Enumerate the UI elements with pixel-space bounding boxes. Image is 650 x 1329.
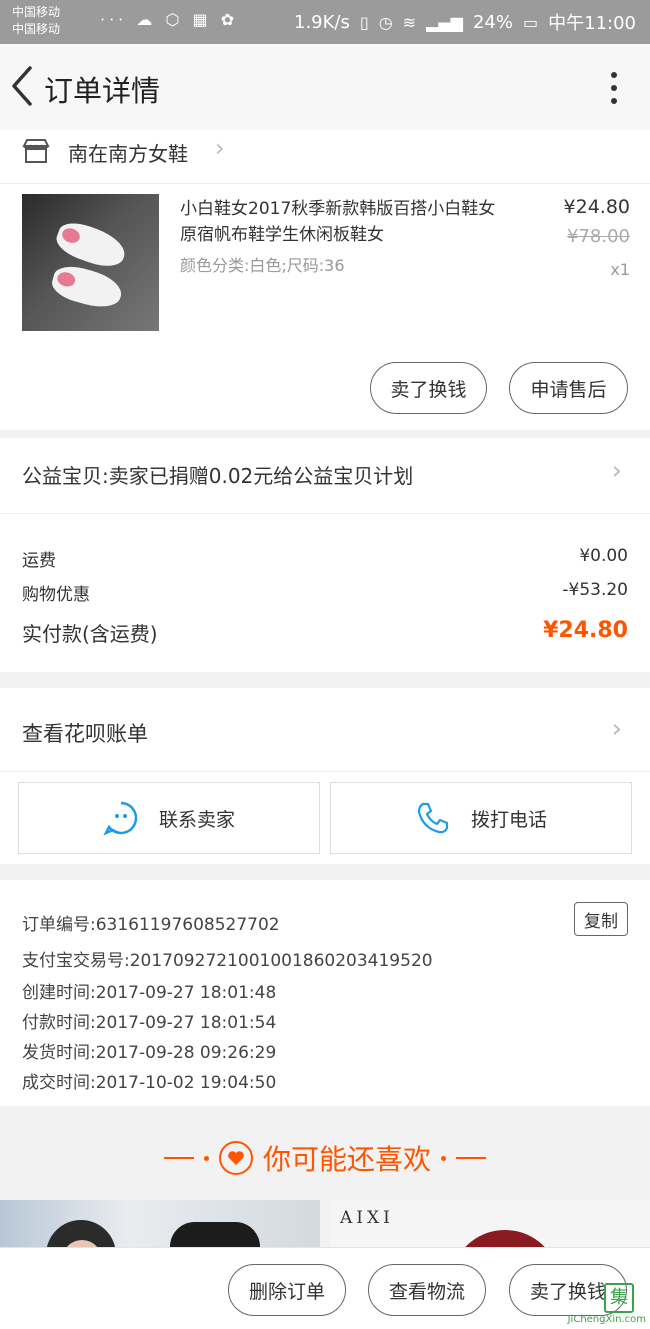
shop-row[interactable]: 南在南方女鞋 › <box>0 130 650 184</box>
paid-label: 实付款(含运费) <box>22 622 158 646</box>
resell-button[interactable]: 卖了换钱 <box>370 362 487 414</box>
carrier-2: 中国移动 <box>12 22 61 36</box>
brand-logo: AIXI <box>340 1208 394 1228</box>
back-icon[interactable] <box>6 64 42 108</box>
phone-icon <box>417 802 449 834</box>
cost-summary: 运费 ¥0.00 购物优惠 -¥53.20 实付款(含运费) ¥24.80 <box>0 514 650 672</box>
completed-time: 成交时间:2017-10-02 19:04:50 <box>22 1073 277 1093</box>
product-image[interactable] <box>22 194 159 331</box>
shoe-left <box>52 217 130 273</box>
charity-text: 公益宝贝:卖家已捐赠0.02元给公益宝贝计划 <box>22 464 414 488</box>
discount-label: 购物优惠 <box>22 585 90 605</box>
notification-icons: ··· ☁ ⬡ ▦ ✿ <box>100 10 238 29</box>
discount-value: -¥53.20 <box>562 580 628 600</box>
alarm-icon: ◷ <box>378 12 393 32</box>
signal-icon: ▂▄▆ <box>426 12 463 32</box>
alipay-trade-number: 支付宝交易号:2017092721001001860203419520 <box>22 951 433 971</box>
contact-seller-button[interactable]: 联系卖家 <box>18 782 320 854</box>
carrier-info: 中国移动 中国移动 <box>12 4 60 38</box>
status-bar: 中国移动 中国移动 ··· ☁ ⬡ ▦ ✿ 1.9K/s ▯ ◷ ≋ ▂▄▆ 2… <box>0 0 650 44</box>
copy-button[interactable]: 复制 <box>574 902 628 936</box>
battery-percent: 24% <box>472 11 513 33</box>
product-title[interactable]: 小白鞋女2017秋季新款韩版百搭小白鞋女原宿帆布鞋学生休闲板鞋女 <box>180 196 510 248</box>
call-phone-label: 拨打电话 <box>470 808 547 831</box>
price-now: ¥24.80 <box>563 196 630 218</box>
shipping-label: 运费 <box>22 551 56 571</box>
chevron-right-icon: › <box>215 134 225 162</box>
clock: 中午11:00 <box>548 13 636 34</box>
aftersale-button[interactable]: 申请售后 <box>509 362 628 414</box>
battery-icon: ▭ <box>523 12 539 32</box>
net-speed: 1.9K/s <box>294 11 350 33</box>
store-icon <box>22 138 50 164</box>
divider-left <box>163 1157 194 1159</box>
contact-section: 联系卖家 拨打电话 <box>0 772 650 864</box>
contact-seller-label: 联系卖家 <box>158 808 235 831</box>
order-number: 订单编号:63161197608527702 <box>22 915 280 935</box>
view-logistics-button[interactable]: 查看物流 <box>368 1264 486 1316</box>
carrier-1: 中国移动 <box>12 5 61 19</box>
watermark-text: JiChengXin.com <box>567 1314 646 1325</box>
call-phone-button[interactable]: 拨打电话 <box>330 782 632 854</box>
delete-order-button[interactable]: 删除订单 <box>228 1264 346 1316</box>
chevron-right-icon: › <box>611 714 622 744</box>
shipped-time: 发货时间:2017-09-28 09:26:29 <box>22 1043 277 1063</box>
paid-row: 实付款(含运费) ¥24.80 <box>22 618 628 647</box>
wechat-icon: ☁ <box>136 10 157 29</box>
shipping-value: ¥0.00 <box>579 546 628 566</box>
watermark-logo: 集 <box>604 1283 634 1313</box>
order-info: 订单编号:63161197608527702 复制 支付宝交易号:2017092… <box>0 880 650 1106</box>
shoe-right <box>48 261 126 313</box>
divider-right <box>456 1157 486 1159</box>
dots-icon: ··· <box>100 10 128 29</box>
paw-icon: ✿ <box>220 10 239 29</box>
nav-bar: 订单详情 <box>0 44 650 130</box>
price-original: ¥78.00 <box>567 226 630 247</box>
product-sku: 颜色分类:白色;尺码:36 <box>180 256 345 275</box>
paid-value: ¥24.80 <box>543 618 628 643</box>
paid-time: 付款时间:2017-09-27 18:01:54 <box>22 1013 277 1033</box>
wifi-icon: ≋ <box>402 12 417 32</box>
status-right: 1.9K/s ▯ ◷ ≋ ▂▄▆ 24% ▭ 中午11:00 <box>294 9 636 35</box>
more-menu-icon[interactable] <box>608 69 620 105</box>
model-cap <box>170 1222 260 1250</box>
page-title: 订单详情 <box>44 74 161 108</box>
recommend-title: 你可能还喜欢 <box>262 1143 431 1176</box>
bottom-action-bar: 删除订单 查看物流 卖了换钱 集 JiChengXin.com <box>0 1247 650 1329</box>
charity-row[interactable]: 公益宝贝:卖家已捐赠0.02元给公益宝贝计划 › <box>0 438 650 514</box>
divider-dot <box>441 1155 446 1161</box>
app-icon: ⬡ <box>165 10 184 29</box>
shipping-row: 运费 ¥0.00 <box>22 546 628 571</box>
chevron-right-icon: › <box>611 456 622 486</box>
recommend-header: 你可能还喜欢 <box>0 1136 650 1180</box>
huabei-label: 查看花呗账单 <box>22 722 148 746</box>
image-icon: ▦ <box>192 10 212 29</box>
created-time: 创建时间:2017-09-27 18:01:48 <box>22 983 277 1003</box>
chat-bubble-icon <box>103 801 138 836</box>
shop-name: 南在南方女鞋 <box>68 142 188 166</box>
product-card: 小白鞋女2017秋季新款韩版百搭小白鞋女原宿帆布鞋学生休闲板鞋女 颜色分类:白色… <box>0 184 650 430</box>
huabei-row[interactable]: 查看花呗账单 › <box>0 688 650 772</box>
quantity: x1 <box>610 260 630 279</box>
heart-icon <box>218 1141 253 1175</box>
vibrate-icon: ▯ <box>359 12 369 32</box>
discount-row: 购物优惠 -¥53.20 <box>22 580 628 605</box>
divider-dot <box>203 1155 209 1161</box>
